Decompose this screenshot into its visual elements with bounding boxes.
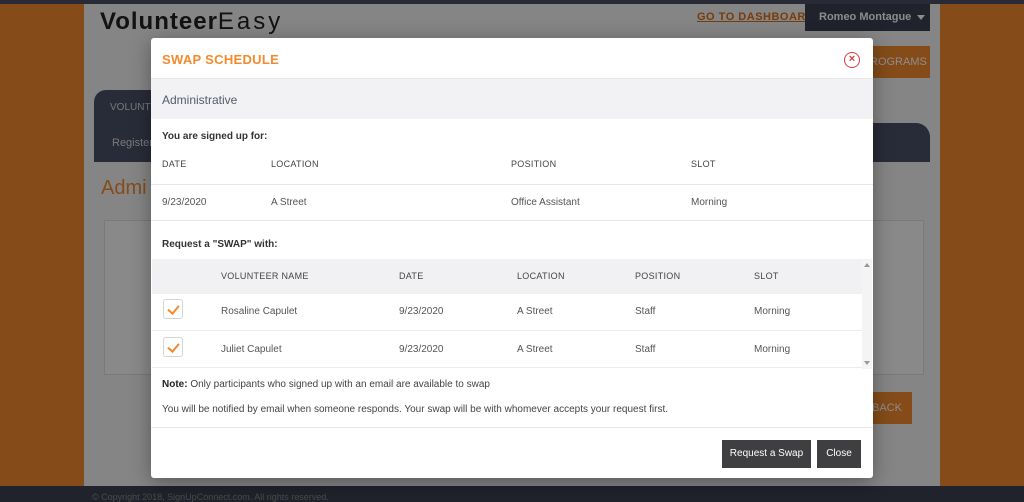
modal-title: SWAP SCHEDULE: [162, 52, 280, 67]
swap-table-container: VOLUNTEER NAME DATE LOCATION POSITION SL…: [152, 258, 872, 369]
swap-checkbox[interactable]: [163, 299, 183, 320]
swap-date: 9/23/2020: [399, 343, 444, 355]
email-note: Note: Only participants who signed up wi…: [151, 369, 873, 399]
close-button[interactable]: Close: [817, 440, 861, 468]
table-header-row: VOLUNTEER NAME DATE LOCATION POSITION SL…: [152, 258, 862, 294]
col-position: POSITION: [635, 271, 681, 281]
swap-location: A Street: [517, 343, 553, 355]
request-swap-button[interactable]: Request a Swap: [722, 440, 811, 468]
swap-checkbox[interactable]: [163, 336, 183, 357]
signed-up-table: DATE LOCATION POSITION SLOT 9/23/2020 A …: [151, 145, 873, 221]
swap-position: Staff: [635, 343, 656, 355]
swap-schedule-modal: SWAP SCHEDULE × Administrative You are s…: [151, 38, 873, 478]
table-scrollbar[interactable]: [862, 258, 872, 369]
signed-position: Office Assistant: [511, 196, 580, 208]
signed-up-label: You are signed up for:: [162, 131, 268, 142]
swap-candidates-table: VOLUNTEER NAME DATE LOCATION POSITION SL…: [152, 258, 862, 369]
table-row: 9/23/2020 A Street Office Assistant Morn…: [151, 184, 873, 220]
select-cell: [152, 294, 221, 331]
program-name: Administrative: [151, 79, 873, 119]
signed-location: A Street: [271, 196, 307, 208]
table-row[interactable]: Juliet Capulet 9/23/2020 A Street Staff …: [152, 331, 862, 368]
col-date: DATE: [162, 159, 187, 170]
swap-slot: Morning: [754, 306, 791, 318]
col-volunteer-name: VOLUNTEER NAME: [221, 271, 309, 281]
swap-date: 9/23/2020: [399, 306, 444, 318]
scroll-down-icon[interactable]: [864, 360, 870, 365]
modal-header: SWAP SCHEDULE ×: [151, 38, 873, 79]
swap-slot: Morning: [754, 343, 791, 355]
notify-text: You will be notified by email when someo…: [162, 403, 669, 415]
col-location: LOCATION: [271, 159, 319, 170]
col-select: [152, 259, 221, 294]
col-slot: SLOT: [754, 271, 779, 281]
scroll-up-icon[interactable]: [864, 262, 870, 267]
signed-slot: Morning: [691, 196, 728, 208]
col-date: DATE: [399, 271, 424, 281]
note-label: Note:: [162, 378, 188, 390]
col-position: POSITION: [511, 159, 557, 170]
request-swap-label: Request a "SWAP" with:: [162, 238, 278, 250]
volunteer-name: Juliet Capulet: [221, 343, 282, 355]
table-header-row: DATE LOCATION POSITION SLOT: [151, 145, 873, 184]
swap-location: A Street: [517, 306, 553, 318]
table-row[interactable]: Rosaline Capulet 9/23/2020 A Street Staf…: [152, 294, 862, 331]
modal-footer: Request a Swap Close: [151, 427, 873, 478]
select-cell: [152, 331, 221, 368]
signed-date: 9/23/2020: [162, 196, 207, 208]
col-slot: SLOT: [691, 159, 716, 170]
swap-position: Staff: [635, 306, 656, 318]
note-text: Only participants who signed up with an …: [187, 378, 490, 390]
col-location: LOCATION: [517, 271, 565, 281]
close-circle-icon[interactable]: ×: [844, 52, 860, 68]
volunteer-name: Rosaline Capulet: [221, 306, 298, 318]
